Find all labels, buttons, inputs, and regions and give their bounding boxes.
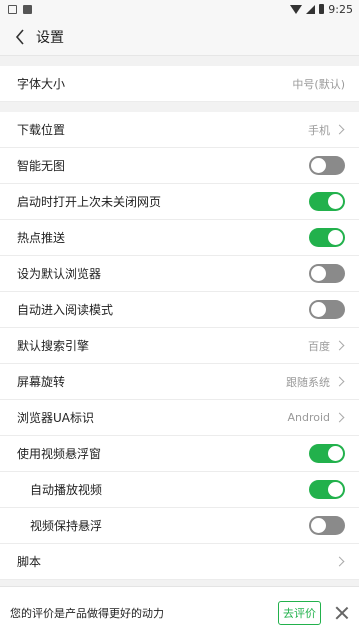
header: 设置 <box>0 18 359 56</box>
setting-row[interactable]: 设为默认浏览器 <box>0 256 359 292</box>
setting-control <box>309 156 345 175</box>
chevron-right-icon <box>334 376 345 387</box>
a-icon <box>23 4 32 14</box>
setting-row[interactable]: 启动时打开上次未关闭网页 <box>0 184 359 220</box>
signal-icon <box>306 4 316 14</box>
setting-control <box>309 480 345 499</box>
setting-value: 跟随系统 <box>286 375 330 389</box>
setting-label: 默认搜索引擎 <box>17 339 90 353</box>
chevron-left-icon[interactable] <box>10 27 30 47</box>
close-icon[interactable] <box>335 606 349 620</box>
status-bar: 9:25 <box>0 0 359 18</box>
setting-row[interactable]: 自动进入阅读模式 <box>0 292 359 328</box>
settings-list: 字体大小 中号(默认) 下载位置 手机智能无图启动时打开上次未关闭网页 热点推送设为默认… <box>0 56 359 580</box>
chevron-right-icon <box>334 340 345 351</box>
page-title: 设置 <box>36 29 64 46</box>
setting-row[interactable]: 使用视频悬浮窗 <box>0 436 359 472</box>
setting-label: 设为默认浏览器 <box>17 267 102 281</box>
setting-row[interactable]: 默认搜索引擎 百度 <box>0 328 359 364</box>
toggle-switch[interactable] <box>309 228 345 247</box>
setting-row[interactable]: 智能无图 <box>0 148 359 184</box>
setting-row[interactable]: 浏览器UA标识 Android <box>0 400 359 436</box>
setting-label: 下载位置 <box>17 123 66 137</box>
settings-group: 下载位置 手机智能无图启动时打开上次未关闭网页 热点推送设为默认浏览器 自动进入阅读模… <box>0 112 359 580</box>
setting-value: Android <box>287 411 330 424</box>
image-icon <box>8 4 17 14</box>
setting-label: 使用视频悬浮窗 <box>17 447 102 461</box>
chevron-right-icon <box>334 412 345 423</box>
setting-label: 启动时打开上次未关闭网页 <box>17 195 162 209</box>
setting-label: 热点推送 <box>17 231 66 245</box>
chevron-right-icon <box>334 124 345 135</box>
setting-row[interactable]: 字体大小 中号(默认) <box>0 66 359 102</box>
setting-row[interactable]: 屏幕旋转 跟随系统 <box>0 364 359 400</box>
chevron-right-icon <box>334 556 345 567</box>
setting-row[interactable]: 脚本 <box>0 544 359 580</box>
toggle-switch[interactable] <box>309 516 345 535</box>
toggle-switch[interactable] <box>309 192 345 211</box>
toggle-switch[interactable] <box>309 156 345 175</box>
group-gap <box>0 56 359 66</box>
group-gap <box>0 102 359 112</box>
setting-label: 自动进入阅读模式 <box>17 303 114 317</box>
setting-label: 自动播放视频 <box>30 483 103 497</box>
setting-label: 智能无图 <box>17 159 66 173</box>
setting-control: 百度 <box>308 338 345 354</box>
setting-value: 百度 <box>308 339 330 353</box>
setting-label: 字体大小 <box>17 77 66 91</box>
toggle-switch[interactable] <box>309 300 345 319</box>
toggle-switch[interactable] <box>309 480 345 499</box>
setting-control <box>309 516 345 535</box>
toggle-switch[interactable] <box>309 444 345 463</box>
setting-label: 屏幕旋转 <box>17 375 66 389</box>
setting-value: 中号(默认) <box>292 77 345 91</box>
rate-button[interactable]: 去评价 <box>278 600 321 625</box>
setting-control <box>309 444 345 463</box>
setting-label: 浏览器UA标识 <box>17 411 94 425</box>
battery-icon <box>319 4 325 14</box>
setting-control: 手机 <box>308 122 345 138</box>
setting-row[interactable]: 下载位置 手机 <box>0 112 359 148</box>
setting-control: 跟随系统 <box>286 374 345 390</box>
setting-row[interactable]: 热点推送 <box>0 220 359 256</box>
toggle-switch[interactable] <box>309 264 345 283</box>
setting-control: 中号(默认) <box>292 76 345 92</box>
setting-control <box>330 556 345 567</box>
rating-banner-text: 您的评价是产品做得更好的动力 <box>10 606 164 620</box>
setting-value: 手机 <box>308 123 330 137</box>
setting-control <box>309 300 345 319</box>
setting-label: 脚本 <box>17 555 42 569</box>
settings-group: 字体大小 中号(默认) <box>0 66 359 102</box>
setting-control <box>309 264 345 283</box>
setting-row[interactable]: 视频保持悬浮 <box>0 508 359 544</box>
setting-label: 视频保持悬浮 <box>30 519 103 533</box>
setting-control <box>309 228 345 247</box>
wifi-icon <box>290 4 303 14</box>
rating-banner: 您的评价是产品做得更好的动力 去评价 <box>0 586 359 638</box>
status-time: 9:25 <box>328 2 353 16</box>
setting-row[interactable]: 自动播放视频 <box>0 472 359 508</box>
setting-control <box>309 192 345 211</box>
setting-control: Android <box>287 411 345 424</box>
